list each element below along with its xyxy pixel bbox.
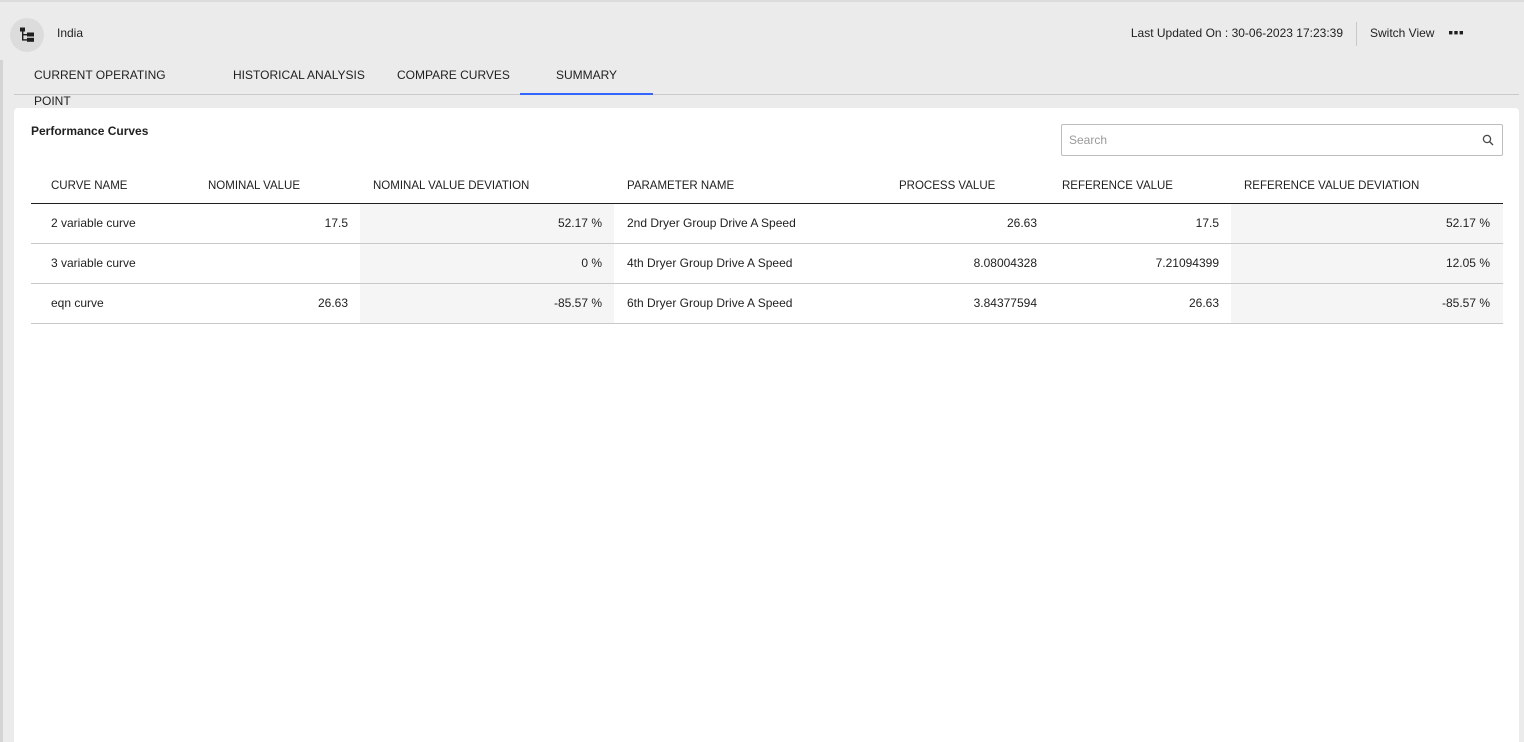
cell-curve-name: 2 variable curve (51, 216, 136, 230)
left-edge (0, 60, 3, 742)
cell-parameter-name: 4th Dryer Group Drive A Speed (627, 256, 793, 270)
cell-nominal-value: 26.63 (317, 296, 348, 310)
more-horizontal-icon (1449, 31, 1463, 35)
cell-process-value: 3.84377594 (973, 296, 1037, 310)
site-name: India (57, 26, 84, 40)
cell-reference-value: 26.63 (1188, 296, 1219, 310)
column-header-parameter-name[interactable]: PARAMETER NAME (627, 180, 734, 192)
page-header: India Last Updated On : 30-06-2023 17:23… (0, 0, 1524, 62)
cell-curve-name: 3 variable curve (51, 256, 136, 270)
switch-view-button[interactable]: Switch View (1370, 26, 1434, 40)
table-header: CURVE NAME NOMINAL VALUE NOMINAL VALUE D… (31, 171, 1503, 204)
tab-summary[interactable]: SUMMARY (520, 62, 653, 95)
column-header-curve-name[interactable]: CURVE NAME (51, 180, 127, 192)
column-header-nominal-value[interactable]: NOMINAL VALUE (208, 180, 300, 192)
cell-reference-value-deviation: 52.17 % (1445, 216, 1490, 230)
performance-curves-card: Performance Curves CURVE NAME NOMINAL VA… (14, 108, 1519, 742)
hierarchy-icon (20, 27, 34, 42)
cell-reference-value: 7.21094399 (1155, 256, 1219, 270)
cell-process-value: 26.63 (1006, 216, 1037, 230)
table-row[interactable]: 3 variable curve 0 % 4th Dryer Group Dri… (31, 244, 1503, 284)
cell-parameter-name: 6th Dryer Group Drive A Speed (627, 296, 793, 310)
search-icon[interactable] (1482, 134, 1494, 146)
table-row[interactable]: eqn curve 26.63 -85.57 % 6th Dryer Group… (31, 284, 1503, 324)
cell-curve-name: eqn curve (51, 296, 104, 310)
cell-nominal-value-deviation: 0 % (581, 256, 602, 270)
tab-current-operating-point[interactable]: CURRENT OPERATING POINT (34, 62, 194, 108)
hierarchy-button[interactable] (10, 18, 44, 52)
cell-nominal-value (208, 244, 348, 283)
cell-reference-value-deviation: 12.05 % (1445, 256, 1490, 270)
cell-reference-value: 17.5 (1195, 216, 1219, 230)
cell-nominal-value-deviation: 52.17 % (557, 216, 602, 230)
more-options-button[interactable] (1447, 27, 1465, 39)
last-updated-text: Last Updated On : 30-06-2023 17:23:39 (1130, 26, 1343, 40)
cell-reference-value-deviation: -85.57 % (1441, 296, 1490, 310)
tab-compare-curves[interactable]: COMPARE CURVES (397, 62, 517, 95)
search-input[interactable] (1062, 125, 1462, 155)
header-divider (1356, 22, 1357, 46)
tab-historical-analysis[interactable]: HISTORICAL ANALYSIS (233, 62, 373, 95)
column-header-reference-value-deviation[interactable]: REFERENCE VALUE DEVIATION (1244, 180, 1419, 192)
table-row[interactable]: 2 variable curve 17.5 52.17 % 2nd Dryer … (31, 204, 1503, 244)
column-header-process-value[interactable]: PROCESS VALUE (899, 180, 995, 192)
summary-table: CURVE NAME NOMINAL VALUE NOMINAL VALUE D… (31, 171, 1503, 324)
cell-nominal-value: 17.5 (324, 216, 348, 230)
column-header-reference-value[interactable]: REFERENCE VALUE (1062, 180, 1173, 192)
cell-parameter-name: 2nd Dryer Group Drive A Speed (627, 216, 796, 230)
cell-nominal-value-deviation: -85.57 % (553, 296, 602, 310)
search-box (1061, 124, 1503, 156)
cell-process-value: 8.08004328 (973, 256, 1037, 270)
column-header-nominal-value-deviation[interactable]: NOMINAL VALUE DEVIATION (373, 180, 529, 192)
card-title: Performance Curves (31, 124, 149, 138)
tab-bar: CURRENT OPERATING POINT HISTORICAL ANALY… (14, 62, 1519, 108)
